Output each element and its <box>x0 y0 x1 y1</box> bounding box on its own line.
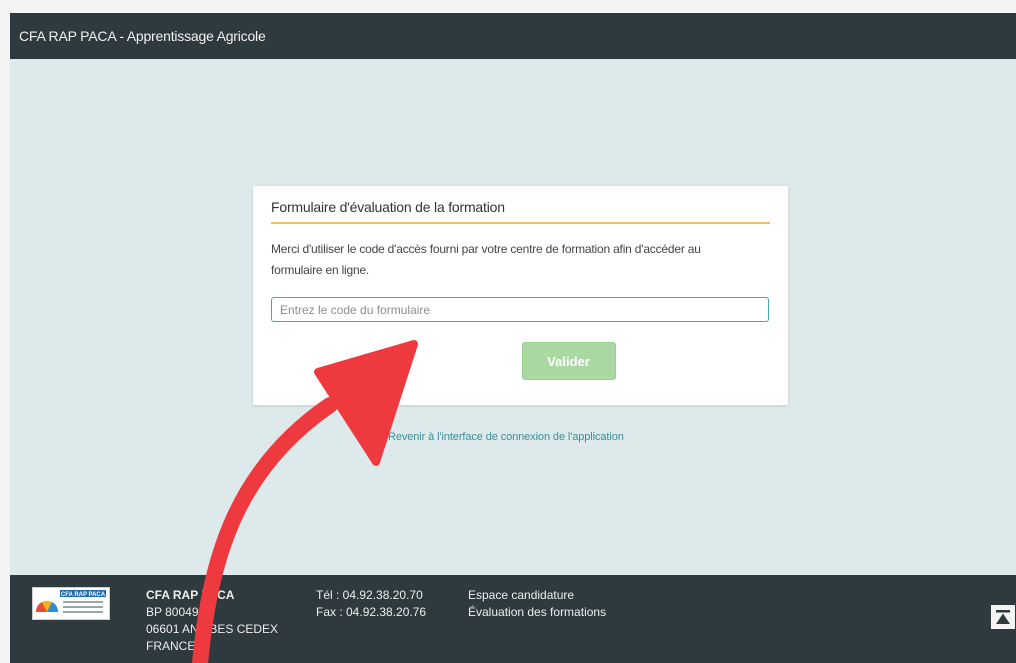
evaluation-form-card: Formulaire d'évaluation de la formation … <box>253 186 788 405</box>
footer-address-line: FRANCE <box>146 639 196 653</box>
form-code-input[interactable] <box>271 297 769 322</box>
form-title: Formulaire d'évaluation de la formation <box>271 199 770 224</box>
footer-link-candidature[interactable]: Espace candidature <box>468 587 606 604</box>
form-instructions: Merci d'utiliser le code d'accès fourni … <box>271 242 701 277</box>
footer-fax: Fax : 04.92.38.20.76 <box>316 605 427 619</box>
footer-address-line: BP 80049 <box>146 605 199 619</box>
footer: CFA RAP PACA CFA RAP PACA BP 80049 06601… <box>10 575 1016 663</box>
footer-links: Espace candidature Évaluation des format… <box>468 587 606 621</box>
app-title[interactable]: CFA RAP PACA - Apprentissage Agricole <box>19 28 266 44</box>
back-to-login-link[interactable]: Revenir à l'interface de connexion de l'… <box>388 431 624 443</box>
footer-contact: Tél : 04.92.38.20.70 Fax : 04.92.38.20.7… <box>316 587 426 621</box>
top-navbar: CFA RAP PACA - Apprentissage Agricole <box>10 13 1016 59</box>
footer-phone: Tél : 04.92.38.20.70 <box>316 588 423 602</box>
app-window: CFA RAP PACA - Apprentissage Agricole Fo… <box>10 13 1016 663</box>
validate-button[interactable]: Valider <box>521 342 616 380</box>
cfa-logo-graphic: CFA RAP PACA <box>33 588 109 619</box>
footer-address-line: 06601 ANTIBES CEDEX <box>146 622 279 636</box>
form-actions: Valider <box>271 342 770 380</box>
scroll-top-button[interactable] <box>991 605 1015 629</box>
footer-org-name: CFA RAP PACA <box>146 588 235 602</box>
footer-link-evaluation[interactable]: Évaluation des formations <box>468 604 606 621</box>
arrow-to-top-icon <box>996 610 1010 624</box>
footer-address: CFA RAP PACA BP 80049 06601 ANTIBES CEDE… <box>146 587 278 655</box>
logo-text: CFA RAP PACA <box>61 592 106 598</box>
cfa-logo: CFA RAP PACA <box>32 587 110 620</box>
